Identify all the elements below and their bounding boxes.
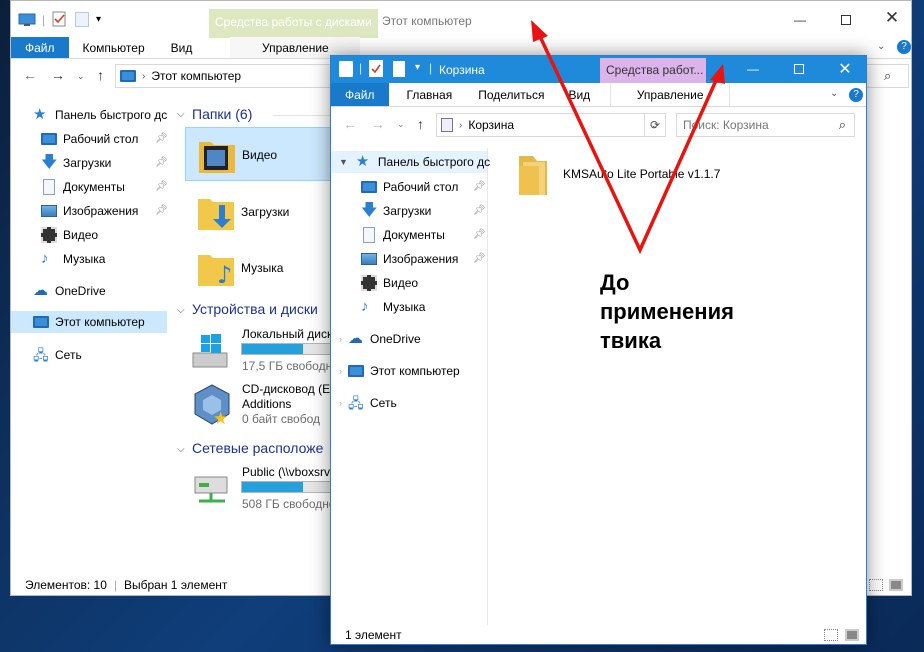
annotation-arrow-line <box>535 29 720 255</box>
annotation-text: До применения твика <box>600 270 734 353</box>
annotation-arrowhead-right <box>710 64 725 84</box>
annotation-overlay <box>531 20 725 255</box>
annotation-arrowhead-left <box>531 20 548 42</box>
